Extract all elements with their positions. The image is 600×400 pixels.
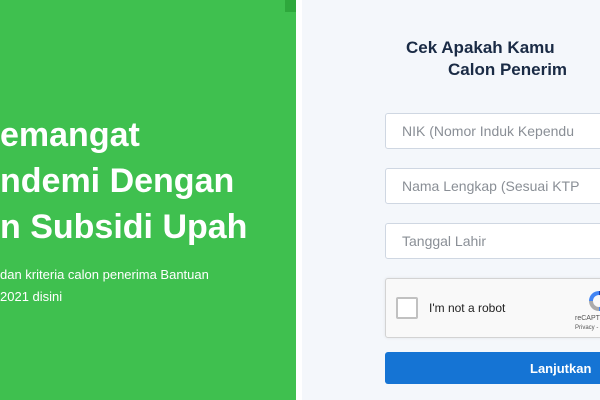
recaptcha-brand: reCAPT xyxy=(575,315,600,322)
check-form-panel: Cek Apakah Kamu Calon Penerim I'm not a … xyxy=(302,0,600,400)
hero-subtitle: dan kriteria calon penerima Bantuan 2021… xyxy=(0,264,209,308)
form-title-line: Calon Penerim xyxy=(448,60,568,79)
recaptcha-logo-icon xyxy=(589,291,600,311)
form-title-line: Cek Apakah Kamu xyxy=(406,38,555,57)
recaptcha-privacy-link[interactable]: Privacy - xyxy=(575,325,598,331)
recaptcha-checkbox[interactable] xyxy=(396,297,418,319)
hero-subtitle-line: 2021 disini xyxy=(0,289,63,304)
full-name-input[interactable] xyxy=(385,168,600,204)
hero-panel: emangat ndemi Dengan n Subsidi Upah dan … xyxy=(0,0,296,400)
submit-button[interactable]: Lanjutkan xyxy=(385,352,600,384)
birth-date-input[interactable] xyxy=(385,223,600,259)
form-title: Cek Apakah Kamu Calon Penerim xyxy=(406,37,600,81)
recaptcha-widget: I'm not a robot reCAPT Privacy - xyxy=(385,278,600,338)
hero-subtitle-line: dan kriteria calon penerima Bantuan xyxy=(0,267,209,282)
hero-headline-line: n Subsidi Upah xyxy=(0,208,248,246)
hero-headline: emangat ndemi Dengan n Subsidi Upah xyxy=(0,112,247,250)
recaptcha-label: I'm not a robot xyxy=(429,301,506,315)
hero-strip xyxy=(285,0,296,12)
hero-headline-line: ndemi Dengan xyxy=(0,162,235,200)
hero-headline-line: emangat xyxy=(0,116,140,154)
nik-input[interactable] xyxy=(385,113,600,149)
